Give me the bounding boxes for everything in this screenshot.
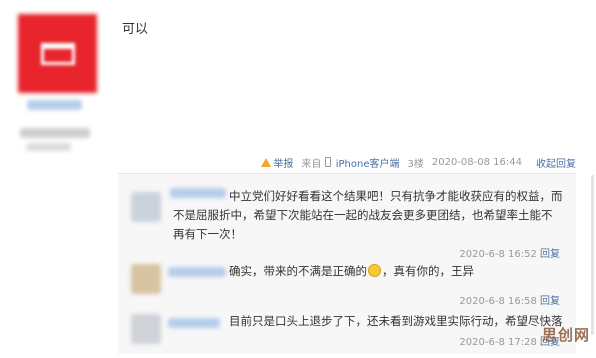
reply-item: 目前只是口头上退步了下，还未看到游戏里实际行动，希望尽快落实 2020-6-8 … <box>118 312 576 358</box>
warning-icon <box>261 157 272 167</box>
reply-text-part: ，真有你的，王异 <box>382 264 474 278</box>
source-prefix: 来自 <box>301 158 322 170</box>
smile-emoji-icon <box>368 264 381 277</box>
reply-text-part: 确实，带来的不满是正确的 <box>229 264 367 278</box>
reply-item: 确实，带来的不满是正确的 ，真有你的，王异 2020-6-8 16:58 回复 <box>118 262 576 308</box>
watermark: 思创网 <box>541 326 590 344</box>
reply-avatar[interactable] <box>131 314 161 344</box>
reply-text: 中立党们好好看看这个结果吧！只有抗争才能收获应有的权益，而不是屈服折中，希望下次… <box>173 189 563 241</box>
source-info: 来自 iPhone客户端 <box>301 155 400 170</box>
post-timestamp: 2020-08-08 16:44 <box>431 156 522 168</box>
reply-footer: 2020-6-8 16:52 回复 <box>459 245 560 260</box>
reply-item: 中立党们好好看看这个结果吧！只有抗争才能收获应有的权益，而不是屈服折中，希望下次… <box>118 182 576 262</box>
phone-icon <box>324 156 331 167</box>
user-level-blurred <box>20 128 90 138</box>
collapse-replies-button[interactable]: 收起回复 <box>536 155 576 170</box>
replies-panel: 中立党们好好看看这个结果吧！只有抗争才能收获应有的权益，而不是屈服折中，希望下次… <box>118 173 576 354</box>
reply-time: 2020-6-8 17:28 <box>459 337 537 348</box>
reply-avatar[interactable] <box>131 264 161 294</box>
reply-button[interactable]: 回复 <box>540 249 560 260</box>
reply-time: 2020-6-8 16:52 <box>459 249 537 260</box>
floor-number: 3楼 <box>407 158 424 170</box>
reply-avatar[interactable] <box>131 192 161 222</box>
reply-time: 2020-6-8 16:58 <box>459 296 537 307</box>
report-link[interactable]: 举报 <box>261 155 293 170</box>
report-label: 举报 <box>273 158 294 170</box>
reply-text: 目前只是口头上退步了下，还未看到游戏里实际行动，希望尽快落实 <box>229 314 563 328</box>
post-content: 可以 <box>122 22 149 37</box>
user-sidebar <box>0 0 108 347</box>
post-meta-bar: 举报 来自 iPhone客户端 3楼 2020-08-08 16:44 收起回复 <box>118 151 576 173</box>
reply-footer: 2020-6-8 16:58 回复 <box>459 292 560 307</box>
avatar-logo-icon <box>18 14 97 93</box>
user-badge-blurred <box>26 143 71 151</box>
reply-text: 确实，带来的不满是正确的 ，真有你的，王异 <box>173 262 563 281</box>
username-blurred[interactable] <box>27 100 82 110</box>
source-client-link[interactable]: iPhone客户端 <box>336 159 400 170</box>
scrollbar[interactable] <box>591 175 594 335</box>
reply-button[interactable]: 回复 <box>540 296 560 307</box>
